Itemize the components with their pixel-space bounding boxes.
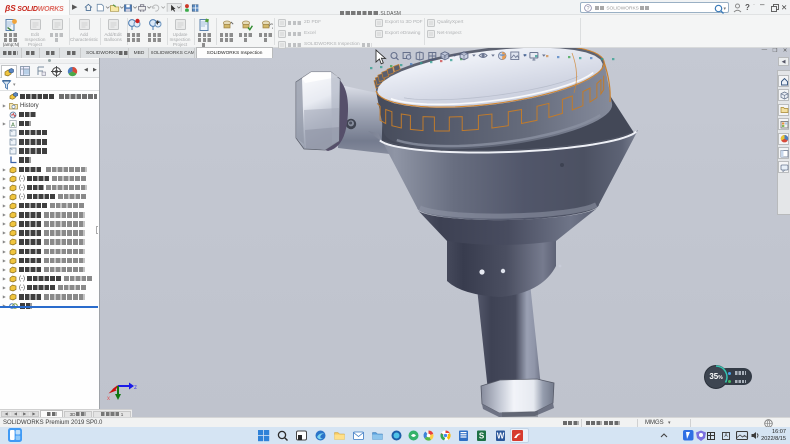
svg-text:A: A <box>11 122 15 128</box>
svg-text:x: x <box>107 396 110 402</box>
svg-text:?: ? <box>586 6 589 12</box>
svg-text:W: W <box>497 432 505 441</box>
svg-text:z: z <box>134 385 137 391</box>
svg-text:S: S <box>479 432 485 441</box>
